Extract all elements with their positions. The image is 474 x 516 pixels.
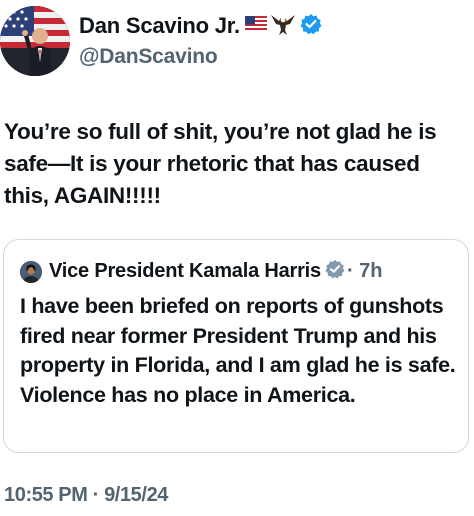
tweet-text: You’re so full of shit, you’re not glad … (4, 119, 437, 208)
profile-photo-icon (0, 6, 70, 76)
us-flag-icon (244, 15, 267, 37)
government-badge-icon (325, 259, 345, 284)
tweet-timestamp[interactable]: 10:55 PM · 9/15/24 (4, 484, 168, 507)
quoted-tweet-time[interactable]: · 7h (347, 260, 383, 283)
quoted-author-avatar[interactable] (20, 260, 42, 283)
tweet-header: Dan Scavino Jr. @DanScavino (0, 0, 474, 82)
profile-photo-icon (20, 260, 42, 283)
quoted-tweet-text: I have been briefed on reports of gunsho… (20, 294, 456, 407)
author-display-name[interactable]: Dan Scavino Jr. (79, 13, 240, 39)
author-avatar[interactable] (0, 6, 70, 76)
author-handle[interactable]: @DanScavino (79, 45, 322, 69)
eagle-icon (270, 12, 296, 41)
quoted-author-name[interactable]: Vice President Kamala Harris (49, 260, 321, 283)
quoted-tweet-card[interactable]: Vice President Kamala Harris · 7h I have… (3, 239, 469, 453)
verified-badge-icon[interactable] (300, 13, 322, 40)
